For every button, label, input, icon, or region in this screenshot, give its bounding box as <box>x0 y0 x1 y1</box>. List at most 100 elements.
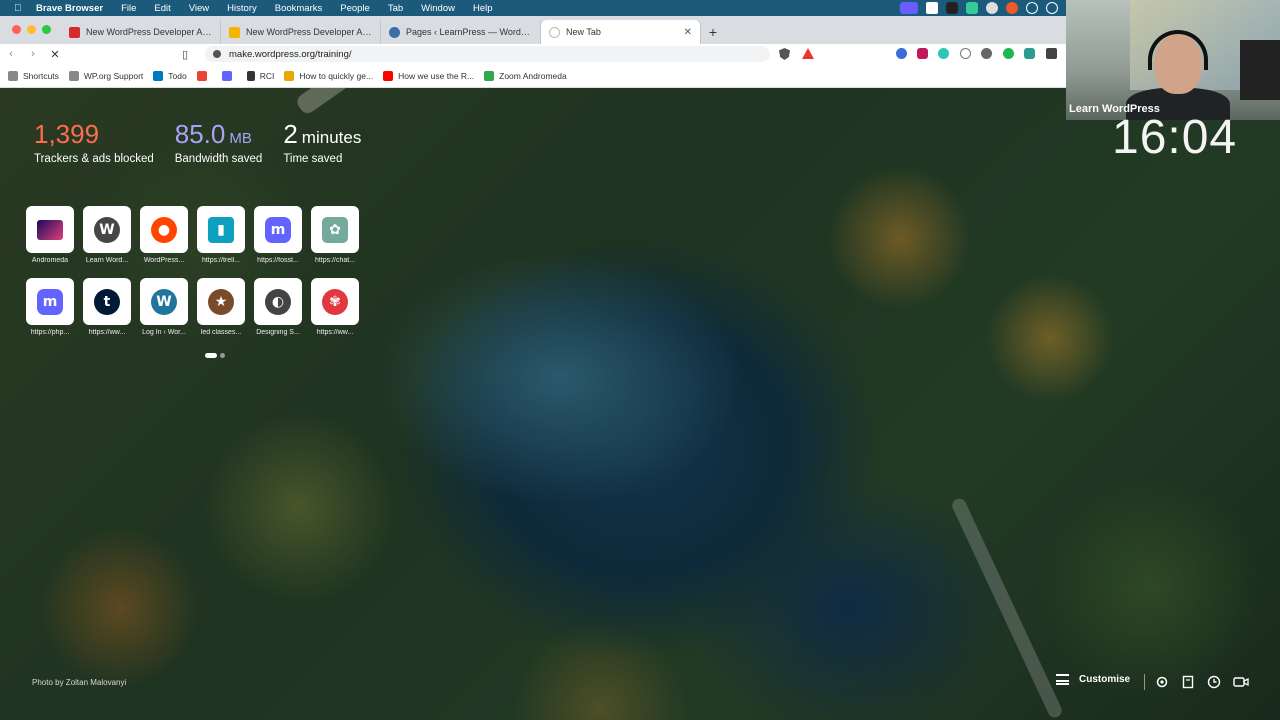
extension-5-icon[interactable] <box>981 48 992 59</box>
top-site-tumblr[interactable]: t https://ww... <box>83 278 131 336</box>
wallpaper-stream <box>949 496 1065 720</box>
bookmark-how-we-use[interactable]: How we use the R... <box>383 70 475 81</box>
grid-app-icon[interactable] <box>966 2 978 14</box>
screen-share-icon[interactable] <box>900 2 918 14</box>
close-window-icon[interactable] <box>12 25 21 34</box>
bookmark-icon[interactable]: ▯ <box>174 48 196 61</box>
bookmark-label: Shortcuts <box>23 70 59 81</box>
bookmark-wp-support[interactable]: WP.org Support <box>68 70 143 81</box>
minimize-window-icon[interactable] <box>27 25 36 34</box>
grammarly-icon[interactable] <box>1003 48 1014 59</box>
tab-developer-apis-2[interactable]: New WordPress Developer APIs Th <box>221 20 381 44</box>
menu-file[interactable]: File <box>121 3 136 14</box>
top-site-caption: Learn Word... <box>85 257 129 264</box>
extension-7-icon[interactable] <box>1024 48 1035 59</box>
extension-1-icon[interactable] <box>896 48 907 59</box>
tab-new-tab[interactable]: New Tab ✕ <box>541 20 701 44</box>
address-bar[interactable]: make.wordpress.org/training/ <box>205 46 770 62</box>
photo-credit[interactable]: Photo by Zoltan Malovanyi <box>32 678 126 687</box>
menu-help[interactable]: Help <box>473 3 493 14</box>
top-site-flower[interactable]: ✾ https://ww... <box>311 278 359 336</box>
bookmark-shortcuts[interactable]: Shortcuts <box>8 70 59 81</box>
bookmark-label: Todo <box>168 70 187 81</box>
site-info-icon[interactable] <box>213 50 221 58</box>
top-site-php-mastodon[interactable]: m https://php... <box>26 278 74 336</box>
extension-menu-icon[interactable] <box>1046 48 1057 59</box>
customise-button[interactable]: Customise <box>1056 674 1130 685</box>
menu-history[interactable]: History <box>227 3 257 14</box>
top-site-chatgpt[interactable]: ✿ https://chat... <box>311 206 359 264</box>
stop-icon[interactable]: ✕ <box>44 48 66 61</box>
top-site-caption: https://ww... <box>88 329 126 336</box>
cloud-icon[interactable] <box>986 2 998 14</box>
new-tab-button[interactable]: + <box>701 20 725 44</box>
tab-learnpress-pages[interactable]: Pages ‹ LearnPress — WordPress <box>381 20 541 44</box>
bookmark-zoom-andromeda[interactable]: Zoom Andromeda <box>484 70 567 81</box>
menu-bookmarks[interactable]: Bookmarks <box>275 3 323 14</box>
top-sites-grid: Andromeda W Learn Word... ● WordPress...… <box>26 206 359 336</box>
video-call-icon[interactable] <box>1233 675 1249 689</box>
top-site-andromeda[interactable]: Andromeda <box>26 206 74 264</box>
circle-icon[interactable] <box>1026 2 1038 14</box>
tab-title: New WordPress Developer APIs Th <box>246 27 372 37</box>
menu-app-name[interactable]: Brave Browser <box>36 3 103 14</box>
extension-3-icon[interactable] <box>938 48 949 59</box>
tab-developer-apis-1[interactable]: New WordPress Developer APIs: Tr <box>61 20 221 44</box>
back-icon[interactable]: ‹ <box>0 48 22 60</box>
top-site-caption: https://ww... <box>316 329 354 336</box>
bookmarks-icon[interactable] <box>1181 675 1195 689</box>
window-controls <box>0 25 61 44</box>
reddit-icon: ● <box>151 216 177 243</box>
bookmark-gmail[interactable] <box>196 70 212 81</box>
top-site-caption: led classes... <box>200 329 242 336</box>
bookmark-todo[interactable]: Todo <box>153 70 187 81</box>
badge-icon: ★ <box>208 288 234 315</box>
close-tab-icon[interactable]: ✕ <box>684 27 692 38</box>
forward-icon[interactable]: › <box>22 48 44 60</box>
tab-strip: New WordPress Developer APIs: Tr New Wor… <box>0 16 1066 44</box>
bookmark-label: RCI <box>259 70 275 81</box>
apple-icon[interactable]:  <box>14 3 26 14</box>
brave-rewards-icon[interactable] <box>802 48 814 59</box>
menu-people[interactable]: People <box>340 3 370 14</box>
extension-4-icon[interactable] <box>960 48 971 59</box>
top-site-login-wordpress[interactable]: W Log In ‹ Wor... <box>140 278 188 336</box>
history-icon[interactable] <box>1207 675 1221 689</box>
rci-icon <box>246 70 255 81</box>
bookmark-how-to-quickly[interactable]: How to quickly ge... <box>284 70 373 81</box>
password-icon[interactable] <box>1046 2 1058 14</box>
trello-icon: ▮ <box>208 216 234 243</box>
bookmark-mastodon[interactable] <box>221 70 237 81</box>
extension-2-icon[interactable] <box>917 48 928 59</box>
tab-title: New Tab <box>566 27 601 37</box>
dropbox-icon[interactable] <box>926 2 938 14</box>
menu-view[interactable]: View <box>189 3 209 14</box>
top-site-fosstodon[interactable]: m https://fosst... <box>254 206 302 264</box>
address-url[interactable]: make.wordpress.org/training/ <box>229 49 352 60</box>
tumblr-icon: t <box>94 288 120 315</box>
page-dot-1[interactable] <box>205 353 217 358</box>
settings-icon[interactable] <box>1155 675 1169 689</box>
warning-app-icon[interactable] <box>1006 2 1018 14</box>
top-site-learn-wordpress[interactable]: W Learn Word... <box>83 206 131 264</box>
bandwidth-unit: MB <box>229 130 252 147</box>
bookmarks-bar: Shortcuts WP.org Support Todo RCI How to… <box>0 64 1066 88</box>
tab-title: New WordPress Developer APIs: Tr <box>86 27 212 37</box>
top-sites-pager <box>205 353 225 358</box>
time-label: Time saved <box>283 153 343 165</box>
page-dot-2[interactable] <box>220 353 225 358</box>
top-site-trello[interactable]: ▮ https://trell... <box>197 206 245 264</box>
brave-shields-icon[interactable] <box>779 48 790 60</box>
menu-tab[interactable]: Tab <box>388 3 403 14</box>
bookmark-label: How we use the R... <box>398 70 475 81</box>
menu-edit[interactable]: Edit <box>154 3 170 14</box>
zoom-window-icon[interactable] <box>42 25 51 34</box>
bookmark-rci[interactable]: RCI <box>246 70 275 81</box>
audio-icon[interactable] <box>946 2 958 14</box>
slides-icon <box>229 26 240 38</box>
top-site-wordpress-reddit[interactable]: ● WordPress... <box>140 206 188 264</box>
menu-window[interactable]: Window <box>421 3 455 14</box>
stat-trackers: 1,399 Trackers & ads blocked <box>34 120 154 165</box>
top-site-led-classes[interactable]: ★ led classes... <box>197 278 245 336</box>
top-site-designing[interactable]: ◐ Designing S... <box>254 278 302 336</box>
